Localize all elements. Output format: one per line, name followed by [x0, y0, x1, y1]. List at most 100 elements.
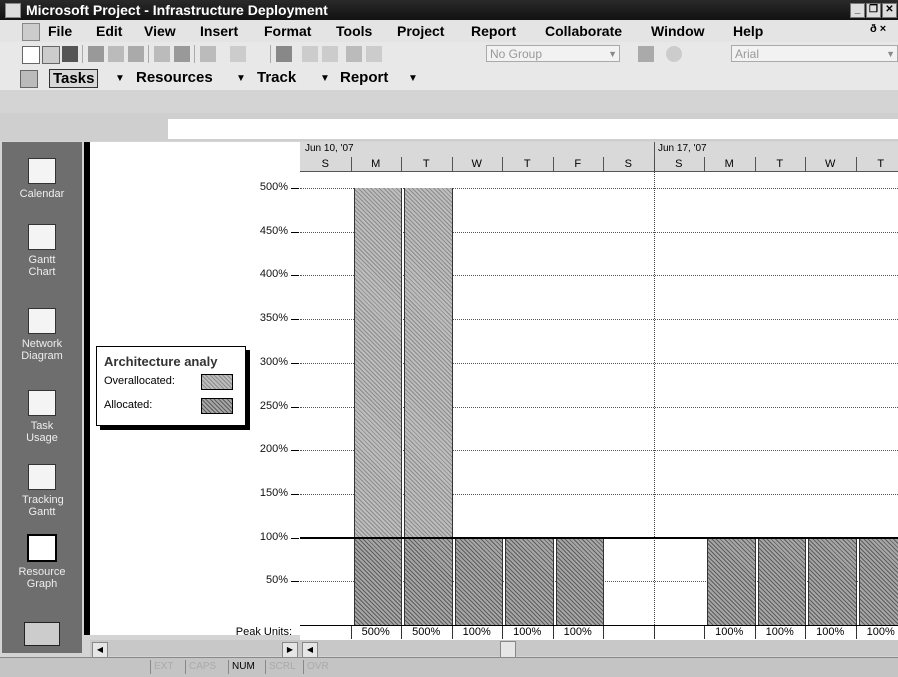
menu-project[interactable]: Project — [397, 23, 444, 39]
week-label: Jun 17, '07 — [658, 143, 707, 154]
report-button[interactable]: Report — [340, 69, 388, 86]
y-tick-label: 400% — [208, 268, 288, 280]
view-calendar-label: Calendar — [20, 188, 65, 200]
scroll-thumb[interactable] — [500, 641, 516, 658]
calendar-icon — [28, 158, 56, 184]
day-label: T — [755, 158, 806, 170]
entry-field[interactable] — [168, 119, 898, 139]
y-tick-label: 100% — [208, 531, 288, 543]
view-network-label: Network Diagram — [17, 338, 67, 362]
week-label: Jun 10, '07 — [305, 143, 354, 154]
spelling-icon[interactable] — [128, 46, 144, 62]
day-label: M — [704, 158, 755, 170]
document-icon[interactable] — [22, 23, 40, 41]
view-task-usage-label: Task Usage — [22, 420, 62, 444]
network-diagram-icon — [28, 308, 56, 334]
day-label: W — [452, 158, 503, 170]
window-title: Microsoft Project - Infrastructure Deplo… — [26, 2, 328, 18]
day-label: F — [553, 158, 604, 170]
legend-allocated-label: Allocated: — [104, 399, 152, 411]
more-views-icon[interactable] — [24, 622, 60, 646]
view-tracking-gantt[interactable]: Tracking Gantt — [4, 464, 80, 518]
y-tick — [291, 450, 299, 451]
menu-view[interactable]: View — [144, 23, 176, 39]
filter-icon[interactable] — [638, 46, 654, 62]
menu-format[interactable]: Format — [264, 23, 311, 39]
scroll-left-icon[interactable]: ◀ — [302, 642, 318, 658]
day-label: S — [654, 158, 705, 170]
timescale-weeks — [300, 142, 898, 158]
y-tick — [291, 188, 299, 189]
menu-file[interactable]: File — [48, 23, 72, 39]
views-icon[interactable] — [20, 70, 38, 88]
chevron-down-icon[interactable]: ▼ — [320, 73, 330, 84]
chevron-down-icon[interactable]: ▼ — [408, 73, 418, 84]
view-gantt-label: Gantt Chart — [22, 254, 62, 278]
status-scrl: SCRL — [265, 660, 299, 674]
view-network-diagram[interactable]: Network Diagram — [4, 308, 80, 362]
minimize-button[interactable]: _ — [850, 3, 865, 18]
print-preview-icon[interactable] — [108, 46, 124, 62]
paste-icon[interactable] — [174, 46, 190, 62]
task-usage-icon — [28, 390, 56, 416]
y-tick — [291, 363, 299, 364]
peak-units-value — [654, 626, 705, 638]
task-info-icon[interactable] — [346, 46, 362, 62]
menu-tools[interactable]: Tools — [336, 23, 372, 39]
legend-overallocated-label: Overallocated: — [104, 375, 175, 387]
resources-button[interactable]: Resources — [136, 69, 213, 86]
peak-units-value: 100% — [755, 626, 806, 638]
menu-report[interactable]: Report — [471, 23, 516, 39]
close-button[interactable]: ✕ — [882, 3, 897, 18]
view-bar: Calendar Gantt Chart Network Diagram Tas… — [2, 142, 82, 653]
day-label: S — [300, 158, 351, 170]
group-combo[interactable]: No Group▼ — [486, 45, 620, 62]
chevron-down-icon[interactable]: ▼ — [115, 73, 125, 84]
open-icon[interactable] — [42, 46, 60, 64]
menu-bar: File Edit View Insert Format Tools Proje… — [0, 20, 898, 42]
peak-units-value: 100% — [704, 626, 755, 638]
link-tasks-icon[interactable] — [302, 46, 318, 62]
allocated-bar — [556, 538, 605, 625]
menu-help[interactable]: Help — [733, 23, 763, 39]
allocated-bar — [354, 538, 403, 625]
save-icon[interactable] — [62, 46, 78, 62]
tasks-button[interactable]: Tasks — [49, 69, 98, 88]
track-button[interactable]: Track — [257, 69, 296, 86]
week-divider — [654, 142, 655, 157]
app-icon[interactable] — [5, 3, 21, 18]
help-icon[interactable] — [666, 46, 682, 62]
assign-resources-icon[interactable] — [276, 46, 292, 62]
view-gantt-chart[interactable]: Gantt Chart — [4, 224, 80, 278]
scroll-left-icon[interactable]: ◀ — [92, 642, 108, 658]
redo-icon[interactable] — [230, 46, 246, 62]
tracking-gantt-icon — [28, 464, 56, 490]
y-tick — [291, 275, 299, 276]
peak-units-value: 500% — [351, 626, 402, 638]
allocated-bar — [758, 538, 807, 625]
menu-window[interactable]: Window — [651, 23, 705, 39]
menu-edit[interactable]: Edit — [96, 23, 122, 39]
menu-collaborate[interactable]: Collaborate — [545, 23, 622, 39]
unlink-tasks-icon[interactable] — [322, 46, 338, 62]
menu-insert[interactable]: Insert — [200, 23, 238, 39]
copy-icon[interactable] — [154, 46, 170, 62]
view-task-usage[interactable]: Task Usage — [4, 390, 80, 444]
new-icon[interactable] — [22, 46, 40, 64]
notes-icon[interactable] — [366, 46, 382, 62]
doc-window-controls[interactable]: ð × — [870, 23, 886, 35]
undo-icon[interactable] — [200, 46, 216, 62]
view-tracking-label: Tracking Gantt — [22, 494, 62, 518]
scroll-right-icon[interactable]: ▶ — [282, 642, 298, 658]
day-label: T — [401, 158, 452, 170]
group-combo-value: No Group — [490, 47, 542, 61]
font-combo[interactable]: Arial▼ — [731, 45, 898, 62]
view-calendar[interactable]: Calendar — [4, 158, 80, 200]
print-icon[interactable] — [88, 46, 104, 62]
restore-button[interactable]: ❐ — [866, 3, 881, 18]
chevron-down-icon[interactable]: ▼ — [236, 73, 246, 84]
day-label: S — [603, 158, 654, 170]
horizontal-scrollbar[interactable] — [90, 640, 898, 656]
view-resource-graph[interactable]: Resource Graph — [4, 534, 80, 590]
views-toolbar: Tasks ▼ Resources ▼ Track ▼ Report ▼ — [0, 66, 898, 90]
